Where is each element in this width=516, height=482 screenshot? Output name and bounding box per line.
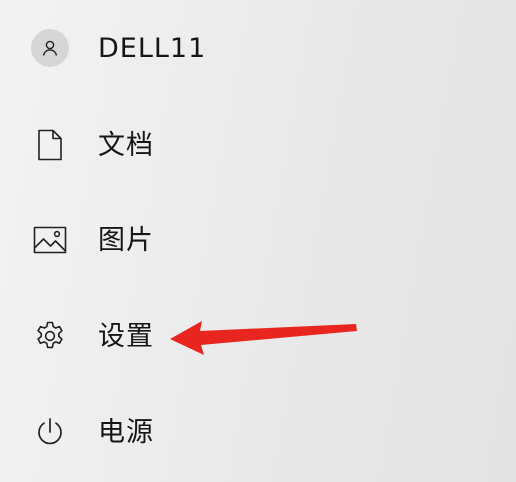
settings-label: 设置 (98, 320, 154, 352)
user-avatar-icon (30, 28, 70, 68)
power-item[interactable]: 电源 (0, 402, 516, 462)
gear-icon (30, 316, 70, 356)
pictures-label: 图片 (98, 224, 154, 256)
picture-icon (30, 220, 70, 260)
user-name-label: DELL11 (98, 32, 207, 64)
power-label: 电源 (98, 416, 154, 448)
documents-label: 文档 (98, 129, 154, 161)
document-icon (30, 125, 70, 165)
settings-item[interactable]: 设置 (0, 306, 516, 366)
documents-item[interactable]: 文档 (0, 115, 516, 175)
pictures-item[interactable]: 图片 (0, 210, 516, 270)
power-icon (30, 412, 70, 452)
start-menu-panel: DELL11 文档 图片 设置 电源 (0, 0, 516, 482)
user-account-item[interactable]: DELL11 (0, 18, 516, 78)
